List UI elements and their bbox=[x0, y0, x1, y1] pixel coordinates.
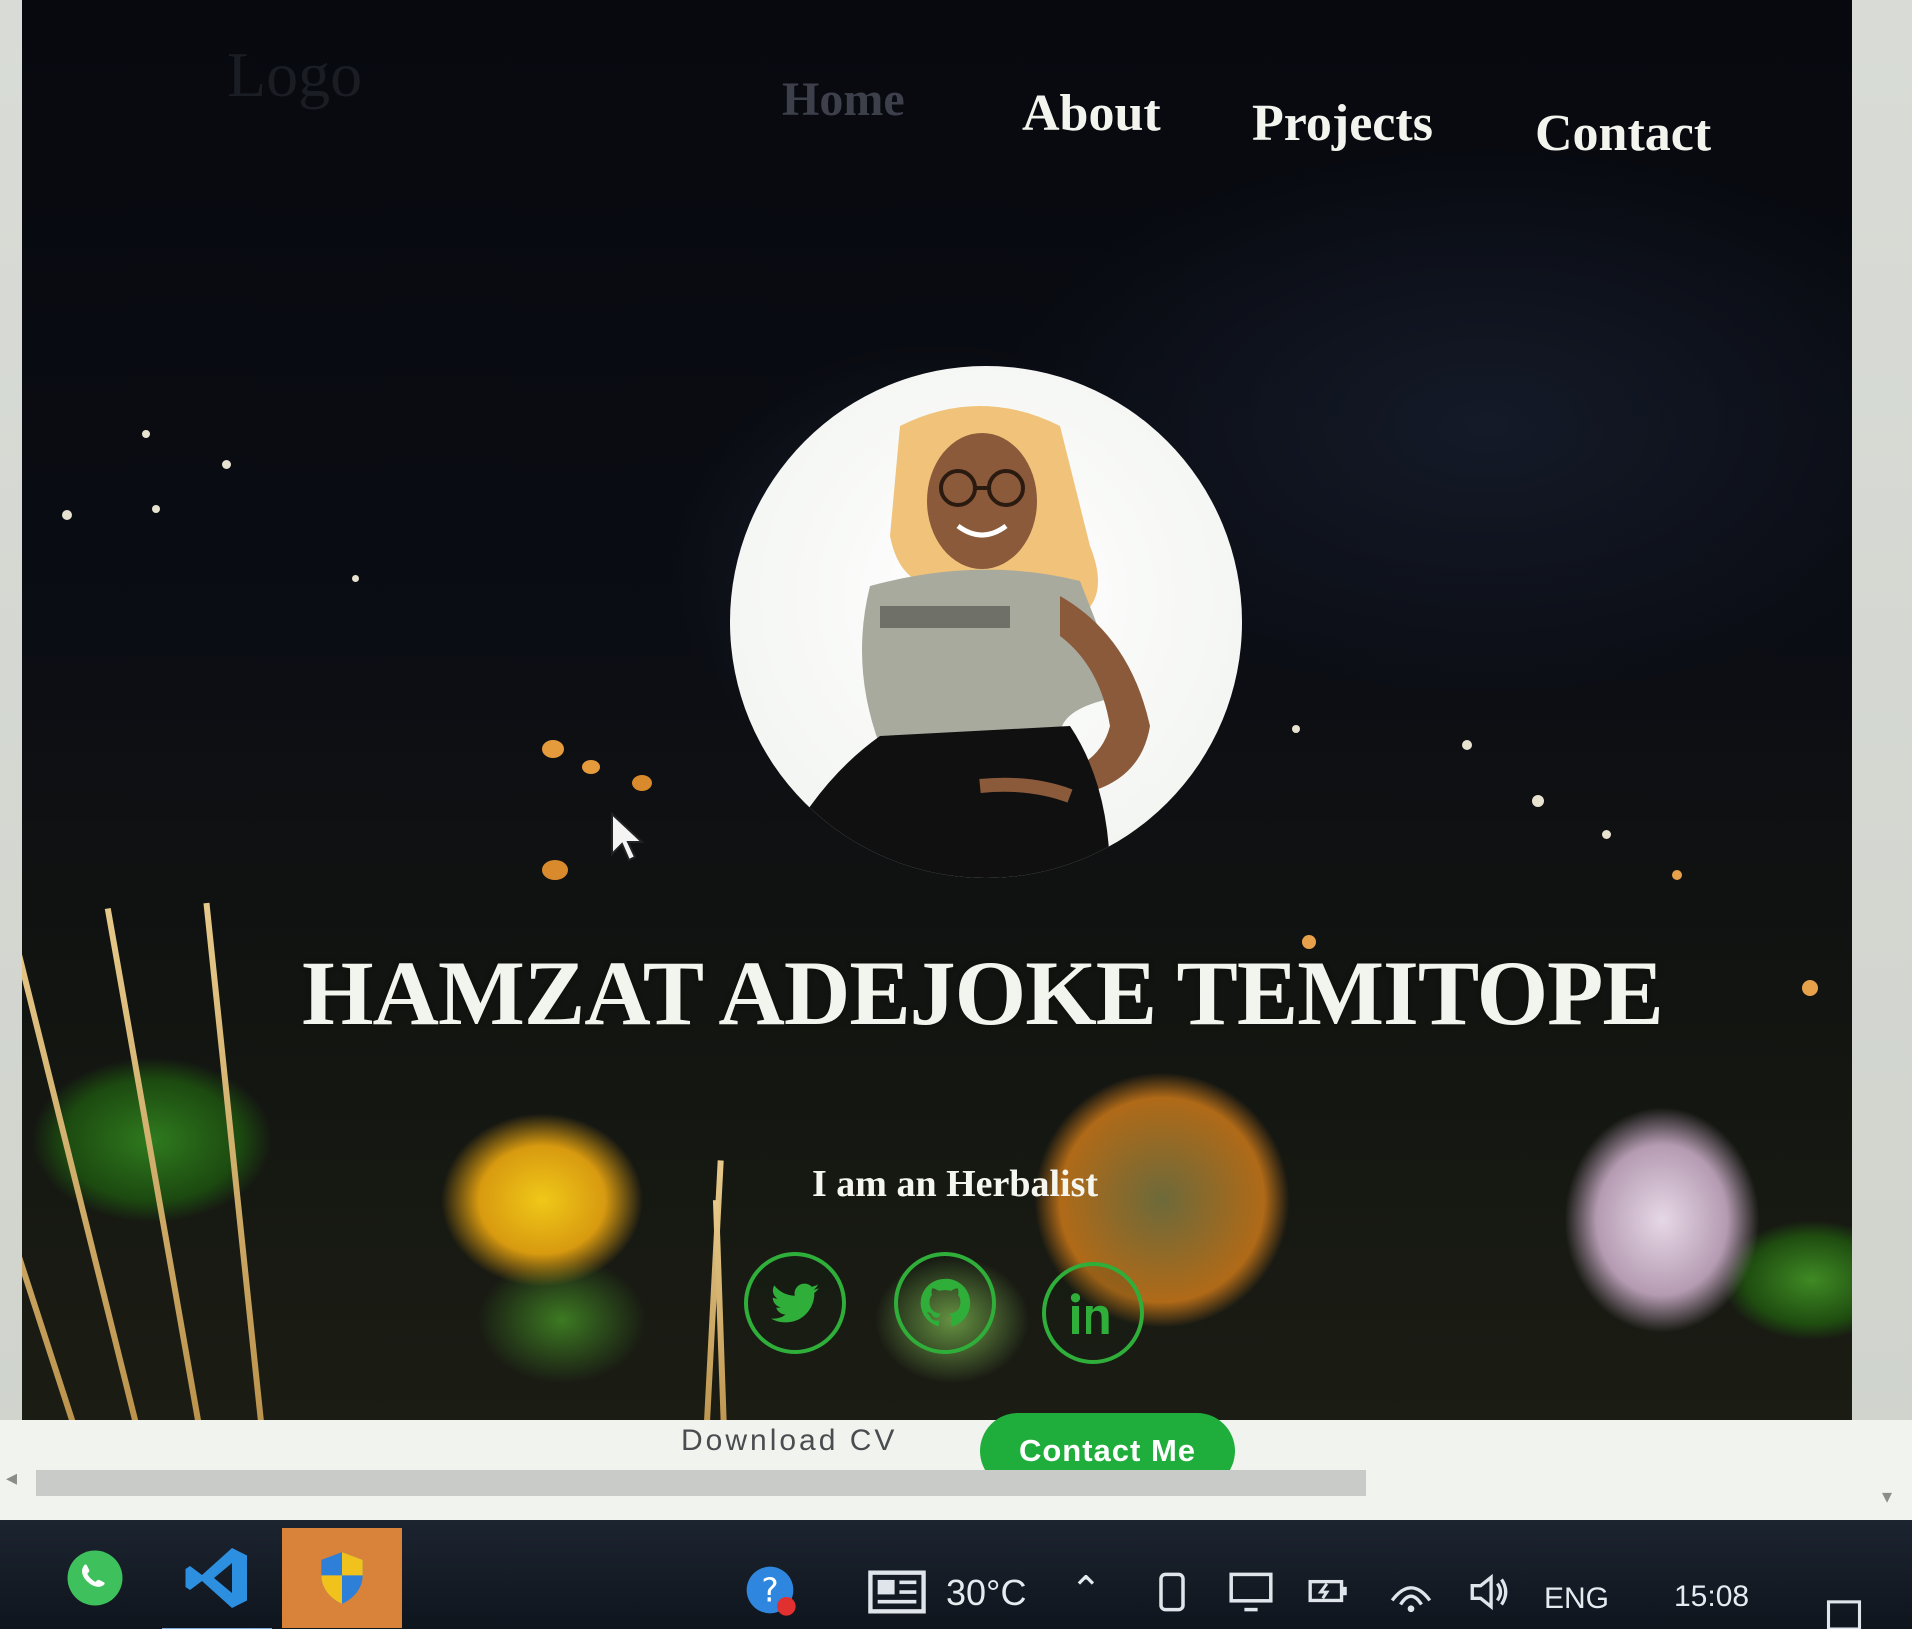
spice-speck bbox=[1602, 830, 1611, 839]
weather-temperature[interactable]: 30°C bbox=[946, 1572, 1026, 1614]
vscode-app[interactable] bbox=[162, 1528, 272, 1629]
volume-icon[interactable] bbox=[1466, 1570, 1512, 1614]
linkedin-icon bbox=[1070, 1293, 1109, 1334]
spice-speck bbox=[62, 510, 72, 520]
help-icon[interactable]: ? bbox=[742, 1562, 798, 1618]
wifi-icon[interactable] bbox=[1388, 1570, 1434, 1614]
vscode-icon bbox=[185, 1548, 247, 1608]
linkedin-link[interactable] bbox=[1042, 1262, 1144, 1364]
screen: Logo Home About Projects Contact HAMZAT … bbox=[0, 0, 1912, 1629]
mouse-cursor-icon bbox=[611, 812, 645, 862]
github-icon bbox=[920, 1278, 971, 1327]
horizontal-scrollbar[interactable] bbox=[36, 1470, 1366, 1496]
download-cv-button[interactable]: Download CV bbox=[675, 1423, 903, 1459]
person-illustration bbox=[770, 406, 1150, 878]
github-link[interactable] bbox=[894, 1252, 996, 1354]
hero-tagline: I am an Herbalist bbox=[812, 1163, 1099, 1205]
display-icon[interactable] bbox=[1226, 1570, 1276, 1614]
spice-speck bbox=[1672, 870, 1682, 880]
spice-speck bbox=[152, 505, 160, 513]
logo[interactable]: Logo bbox=[227, 38, 362, 112]
spice-speck bbox=[222, 460, 231, 469]
language-indicator[interactable]: ENG bbox=[1544, 1582, 1609, 1616]
battery-charging-icon[interactable] bbox=[1306, 1570, 1352, 1610]
spice-speck bbox=[1462, 740, 1472, 750]
profile-photo bbox=[730, 366, 1242, 878]
whatsapp-icon bbox=[67, 1550, 123, 1606]
spice-speck bbox=[542, 740, 564, 758]
nav-projects[interactable]: Projects bbox=[1252, 94, 1433, 153]
notification-icon[interactable] bbox=[1824, 1598, 1864, 1629]
security-app[interactable] bbox=[282, 1528, 402, 1628]
spice-speck bbox=[1802, 980, 1818, 996]
spice-speck bbox=[542, 860, 568, 880]
spice-speck bbox=[632, 775, 652, 791]
shield-icon bbox=[321, 1552, 363, 1604]
nav-about[interactable]: About bbox=[1022, 84, 1161, 143]
news-widget-icon[interactable] bbox=[868, 1570, 926, 1614]
device-icon[interactable] bbox=[1154, 1570, 1190, 1614]
twitter-link[interactable] bbox=[744, 1252, 846, 1354]
hero-section: Logo Home About Projects Contact HAMZAT … bbox=[22, 0, 1852, 1420]
scroll-left-arrow-icon[interactable]: ◂ bbox=[6, 1466, 17, 1491]
nav-contact[interactable]: Contact bbox=[1535, 104, 1711, 163]
spice-speck bbox=[142, 430, 150, 438]
svg-text:?: ? bbox=[761, 1572, 778, 1610]
clock-time[interactable]: 15:08 bbox=[1674, 1580, 1749, 1614]
spice-speck bbox=[582, 760, 600, 774]
spice-speck bbox=[352, 575, 359, 582]
spice-speck bbox=[1532, 795, 1544, 807]
whatsapp-app[interactable] bbox=[40, 1528, 150, 1628]
nav-home[interactable]: Home bbox=[782, 72, 905, 127]
tray-chevron-up-icon[interactable]: ⌃ bbox=[1070, 1568, 1102, 1613]
twitter-icon bbox=[770, 1283, 820, 1323]
spice-speck bbox=[1292, 725, 1300, 733]
scroll-down-arrow-icon[interactable]: ▾ bbox=[1882, 1484, 1892, 1508]
hero-name: HAMZAT ADEJOKE TEMITOPE bbox=[302, 942, 1664, 1044]
